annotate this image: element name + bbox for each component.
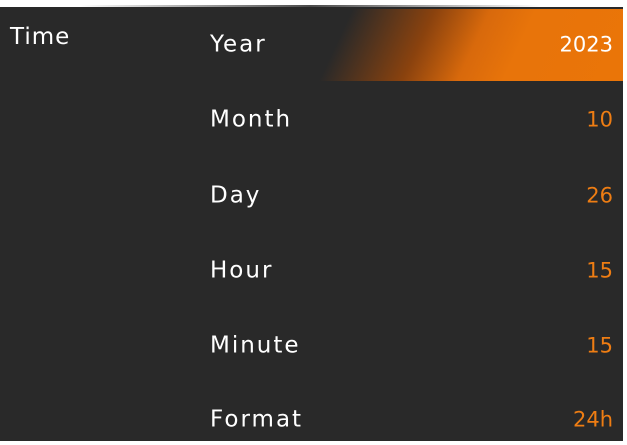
setting-value-format: 24h — [572, 407, 613, 432]
setting-row-day[interactable]: Day 26 — [196, 160, 623, 232]
time-settings-screen: Time Year 2023 Month 10 Day 26 Hour 15 M… — [0, 0, 623, 441]
setting-value-month: 10 — [586, 107, 613, 132]
setting-row-format[interactable]: Format 24h — [196, 384, 623, 441]
setting-value-day: 26 — [586, 183, 613, 208]
setting-label-format: Format — [210, 406, 304, 433]
setting-value-year: 2023 — [559, 32, 613, 57]
top-border-shadow — [80, 5, 540, 7]
setting-row-year[interactable]: Year 2023 — [196, 9, 623, 81]
setting-label-hour: Hour — [210, 257, 274, 284]
setting-row-minute[interactable]: Minute 15 — [196, 310, 623, 382]
setting-label-month: Month — [210, 106, 293, 133]
setting-value-hour: 15 — [586, 258, 613, 283]
setting-row-hour[interactable]: Hour 15 — [196, 235, 623, 307]
setting-row-month[interactable]: Month 10 — [196, 84, 623, 156]
setting-label-year: Year — [210, 31, 267, 58]
setting-label-day: Day — [210, 182, 262, 209]
setting-label-minute: Minute — [210, 332, 301, 359]
section-title: Time — [10, 24, 71, 50]
setting-value-minute: 15 — [586, 333, 613, 358]
